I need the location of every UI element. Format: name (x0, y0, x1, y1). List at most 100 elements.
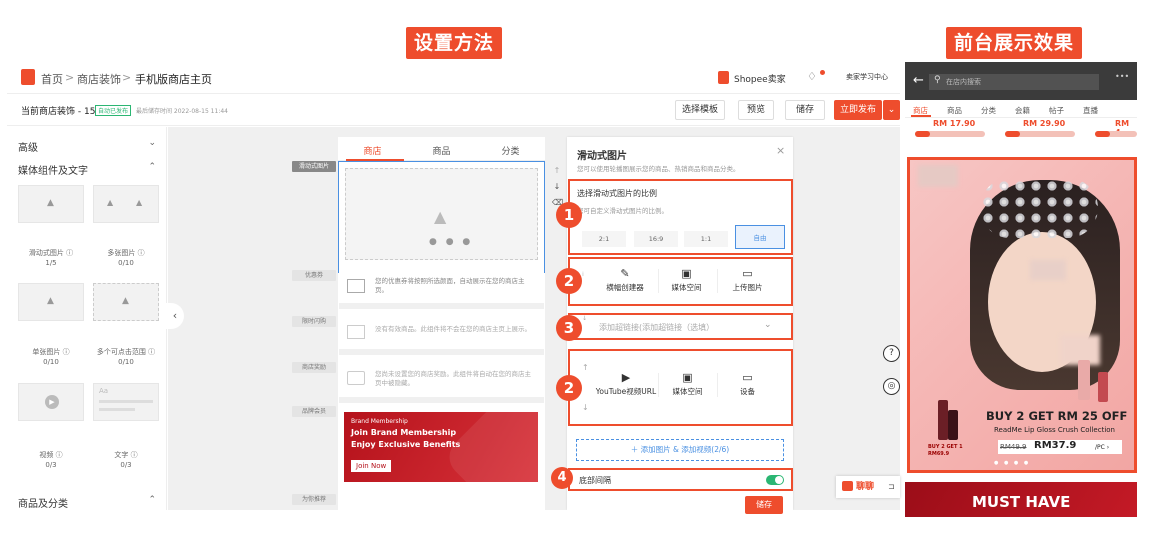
step-1-badge: 1 (556, 202, 582, 228)
ratio-free[interactable]: 自由 (735, 225, 785, 249)
tile-caption: 滑动式图片 ⓘ 1/5 (28, 249, 74, 267)
tab-products[interactable]: 商品 (407, 144, 476, 157)
breadcrumb-home[interactable]: 首页 (41, 71, 63, 87)
flash-text: 没有有效商品。此组件将不会在您的商店主页上展示。 (375, 325, 531, 333)
media-space-video-option[interactable]: ▣ 媒体空间 (658, 372, 716, 397)
coupon-row[interactable]: 您的优惠券将按照所选颜面，自动展示在您的商店主页。 (339, 269, 544, 309)
seller-label[interactable]: Shopee卖家 (734, 72, 786, 85)
carousel-block[interactable]: ▲ ● ● ● (338, 161, 545, 273)
up-arrow-icon[interactable]: ↑ (582, 363, 589, 372)
reward-row[interactable]: 您尚未设置您的商店奖励。此组件将自动在您的商店主页中被隐藏。 (339, 361, 544, 403)
ratio-16-9[interactable]: 16:9 (634, 231, 678, 247)
expand-chat-icon[interactable]: ⊐ (888, 476, 895, 498)
image-icon: ▲ (47, 296, 54, 306)
move-down-icon[interactable]: ↓ (552, 179, 562, 195)
preview-tab-live[interactable]: 直播 (1083, 105, 1098, 116)
advanced-header[interactable]: 高级 (18, 139, 38, 154)
preview-carousel-banner[interactable]: BUY 2 GET 1 RM69.9 BUY 2 GET RM 25 OFF R… (907, 157, 1137, 473)
image-icon: ▲ (47, 198, 54, 208)
tab-shop[interactable]: 商店 (338, 144, 407, 157)
join-now-button[interactable]: Join Now (351, 460, 392, 472)
carousel-dots: ● ● ● ● (994, 460, 1031, 466)
products-header[interactable]: 商品及分类 (18, 495, 68, 510)
support-icon[interactable]: ◎ (883, 378, 900, 395)
choose-template-button[interactable]: 选择模板 (675, 100, 725, 120)
preview-tab-posts[interactable]: 帖子 (1049, 105, 1064, 116)
side-label-reward: 商店奖励 (292, 362, 336, 373)
step-4-badge: 4 (551, 467, 573, 489)
more-icon[interactable]: ••• (1115, 72, 1129, 81)
reward-icon (347, 371, 365, 385)
youtube-url-option[interactable]: ▶ YouTube视频URL (594, 372, 658, 397)
video-tile[interactable]: ▶ (18, 383, 84, 421)
reward-text: 您尚未设置您的商店奖励。此组件将自动在您的商店主页中被隐藏。 (375, 370, 531, 387)
link-input[interactable]: 添加超链接(添加超链接（选填） (599, 322, 714, 333)
flash-row[interactable]: 没有有效商品。此组件将不会在您的商店主页上展示。 (339, 315, 544, 355)
close-icon[interactable]: × (776, 144, 785, 157)
collapse-panel-button[interactable]: ‹ (166, 303, 184, 329)
single-image-tile[interactable]: ▲ (18, 283, 84, 321)
stock-bar (1095, 131, 1137, 137)
image-icon: ▲ (136, 198, 143, 207)
preview-button[interactable]: 预览 (738, 100, 774, 120)
help-icon[interactable]: ? (883, 345, 900, 362)
side-label-membership: 品牌会员 (292, 406, 336, 417)
banner-creator-option[interactable]: ✎ 横幅创建器 (592, 268, 658, 293)
saved-time: 最后储存时间 2022-08-15 11:44 (136, 108, 228, 115)
blurred-label (1030, 260, 1066, 280)
publish-dropdown-button[interactable]: ⌄ (883, 100, 900, 120)
chat-widget[interactable]: 聊聊 ⊐ (836, 476, 900, 498)
image-icon: ▲ (107, 198, 114, 207)
ratio-title: 选择滑动式图片的比例 (577, 189, 657, 198)
text-tile[interactable]: Aa (93, 383, 159, 421)
device-option[interactable]: ▭ 设备 (717, 372, 777, 397)
bell-icon[interactable]: ♢ (807, 70, 817, 83)
add-media-button[interactable]: ＋ 添加图片 & 添加视频(2/6) (576, 439, 784, 461)
save-button[interactable]: 储存 (785, 100, 825, 120)
publish-button[interactable]: 立即发布 (834, 100, 882, 120)
move-up-icon[interactable]: ↑ (552, 163, 562, 179)
side-label-recommend: 为你推荐 (292, 494, 336, 505)
media-header[interactable]: 媒体组件及文字 (18, 162, 88, 177)
preview-search-box[interactable]: ⚲ 在店内搜索 (929, 74, 1099, 90)
chevron-down-icon[interactable]: ⌄ (148, 138, 156, 148)
chevron-up-icon[interactable]: ⌃ (148, 162, 156, 172)
upload-image-option[interactable]: ▭ 上传图片 (717, 268, 777, 293)
search-icon: ⚲ (934, 75, 941, 85)
chat-icon (842, 481, 853, 491)
price-2: RM 29.90 (1023, 119, 1066, 128)
image-icon: ▲ (122, 296, 129, 306)
tab-categories[interactable]: 分类 (476, 144, 545, 157)
chevron-up-icon[interactable]: ⌃ (148, 495, 156, 505)
price-1: RM 17.90 (933, 119, 976, 128)
phone-tabs: 商店 商品 分类 (338, 137, 545, 161)
preview-price-row: RM 17.90 RM 29.90 RM 4 (905, 119, 1137, 147)
settings-title: 滑动式图片 (577, 151, 627, 162)
learn-center-link[interactable]: 卖家学习中心 (846, 72, 888, 82)
membership-banner[interactable]: Brand Membership Join Brand Membership E… (344, 412, 538, 482)
preview-tab-membership[interactable]: 会籍 (1015, 105, 1030, 116)
bottom-gap-toggle[interactable] (766, 475, 784, 485)
folder-image-icon: ▣ (681, 267, 692, 280)
promo-headline: BUY 2 GET RM 25 OFF (986, 409, 1128, 423)
ratio-1-1[interactable]: 1:1 (684, 231, 728, 247)
preview-tab-categories[interactable]: 分类 (981, 105, 996, 116)
settings-save-button[interactable]: 储存 (745, 496, 783, 514)
must-have-banner[interactable]: MUST HAVE (905, 482, 1137, 517)
breadcrumb-separator: > (122, 71, 132, 84)
preview-tab-products[interactable]: 商品 (947, 105, 962, 116)
back-arrow-icon[interactable]: ← (913, 73, 924, 88)
drag-handle-icon[interactable]: ⁞ (582, 271, 584, 278)
breadcrumb-decor[interactable]: 商店装饰 (77, 71, 121, 87)
hotspot-tile[interactable]: ▲ (93, 283, 159, 321)
component-panel: 高级 ⌄ 媒体组件及文字 ⌃ ▲ 滑动式图片 ⓘ 1/5 ▲ ▲ 多张图片 ⓘ 0/1… (7, 127, 167, 510)
carousel-tile[interactable]: ▲ (18, 185, 84, 223)
down-arrow-icon[interactable]: ↓ (582, 403, 589, 412)
toggle-knob (775, 476, 783, 484)
promo-sub: ReadMe Lip Gloss Crush Collection (994, 426, 1115, 434)
breadcrumb-separator: > (65, 71, 75, 84)
media-space-option[interactable]: ▣ 媒体空间 (658, 267, 714, 293)
chevron-down-icon[interactable]: ⌄ (764, 320, 772, 330)
multi-image-tile[interactable]: ▲ ▲ (93, 185, 159, 223)
ratio-2-1[interactable]: 2:1 (582, 231, 626, 247)
